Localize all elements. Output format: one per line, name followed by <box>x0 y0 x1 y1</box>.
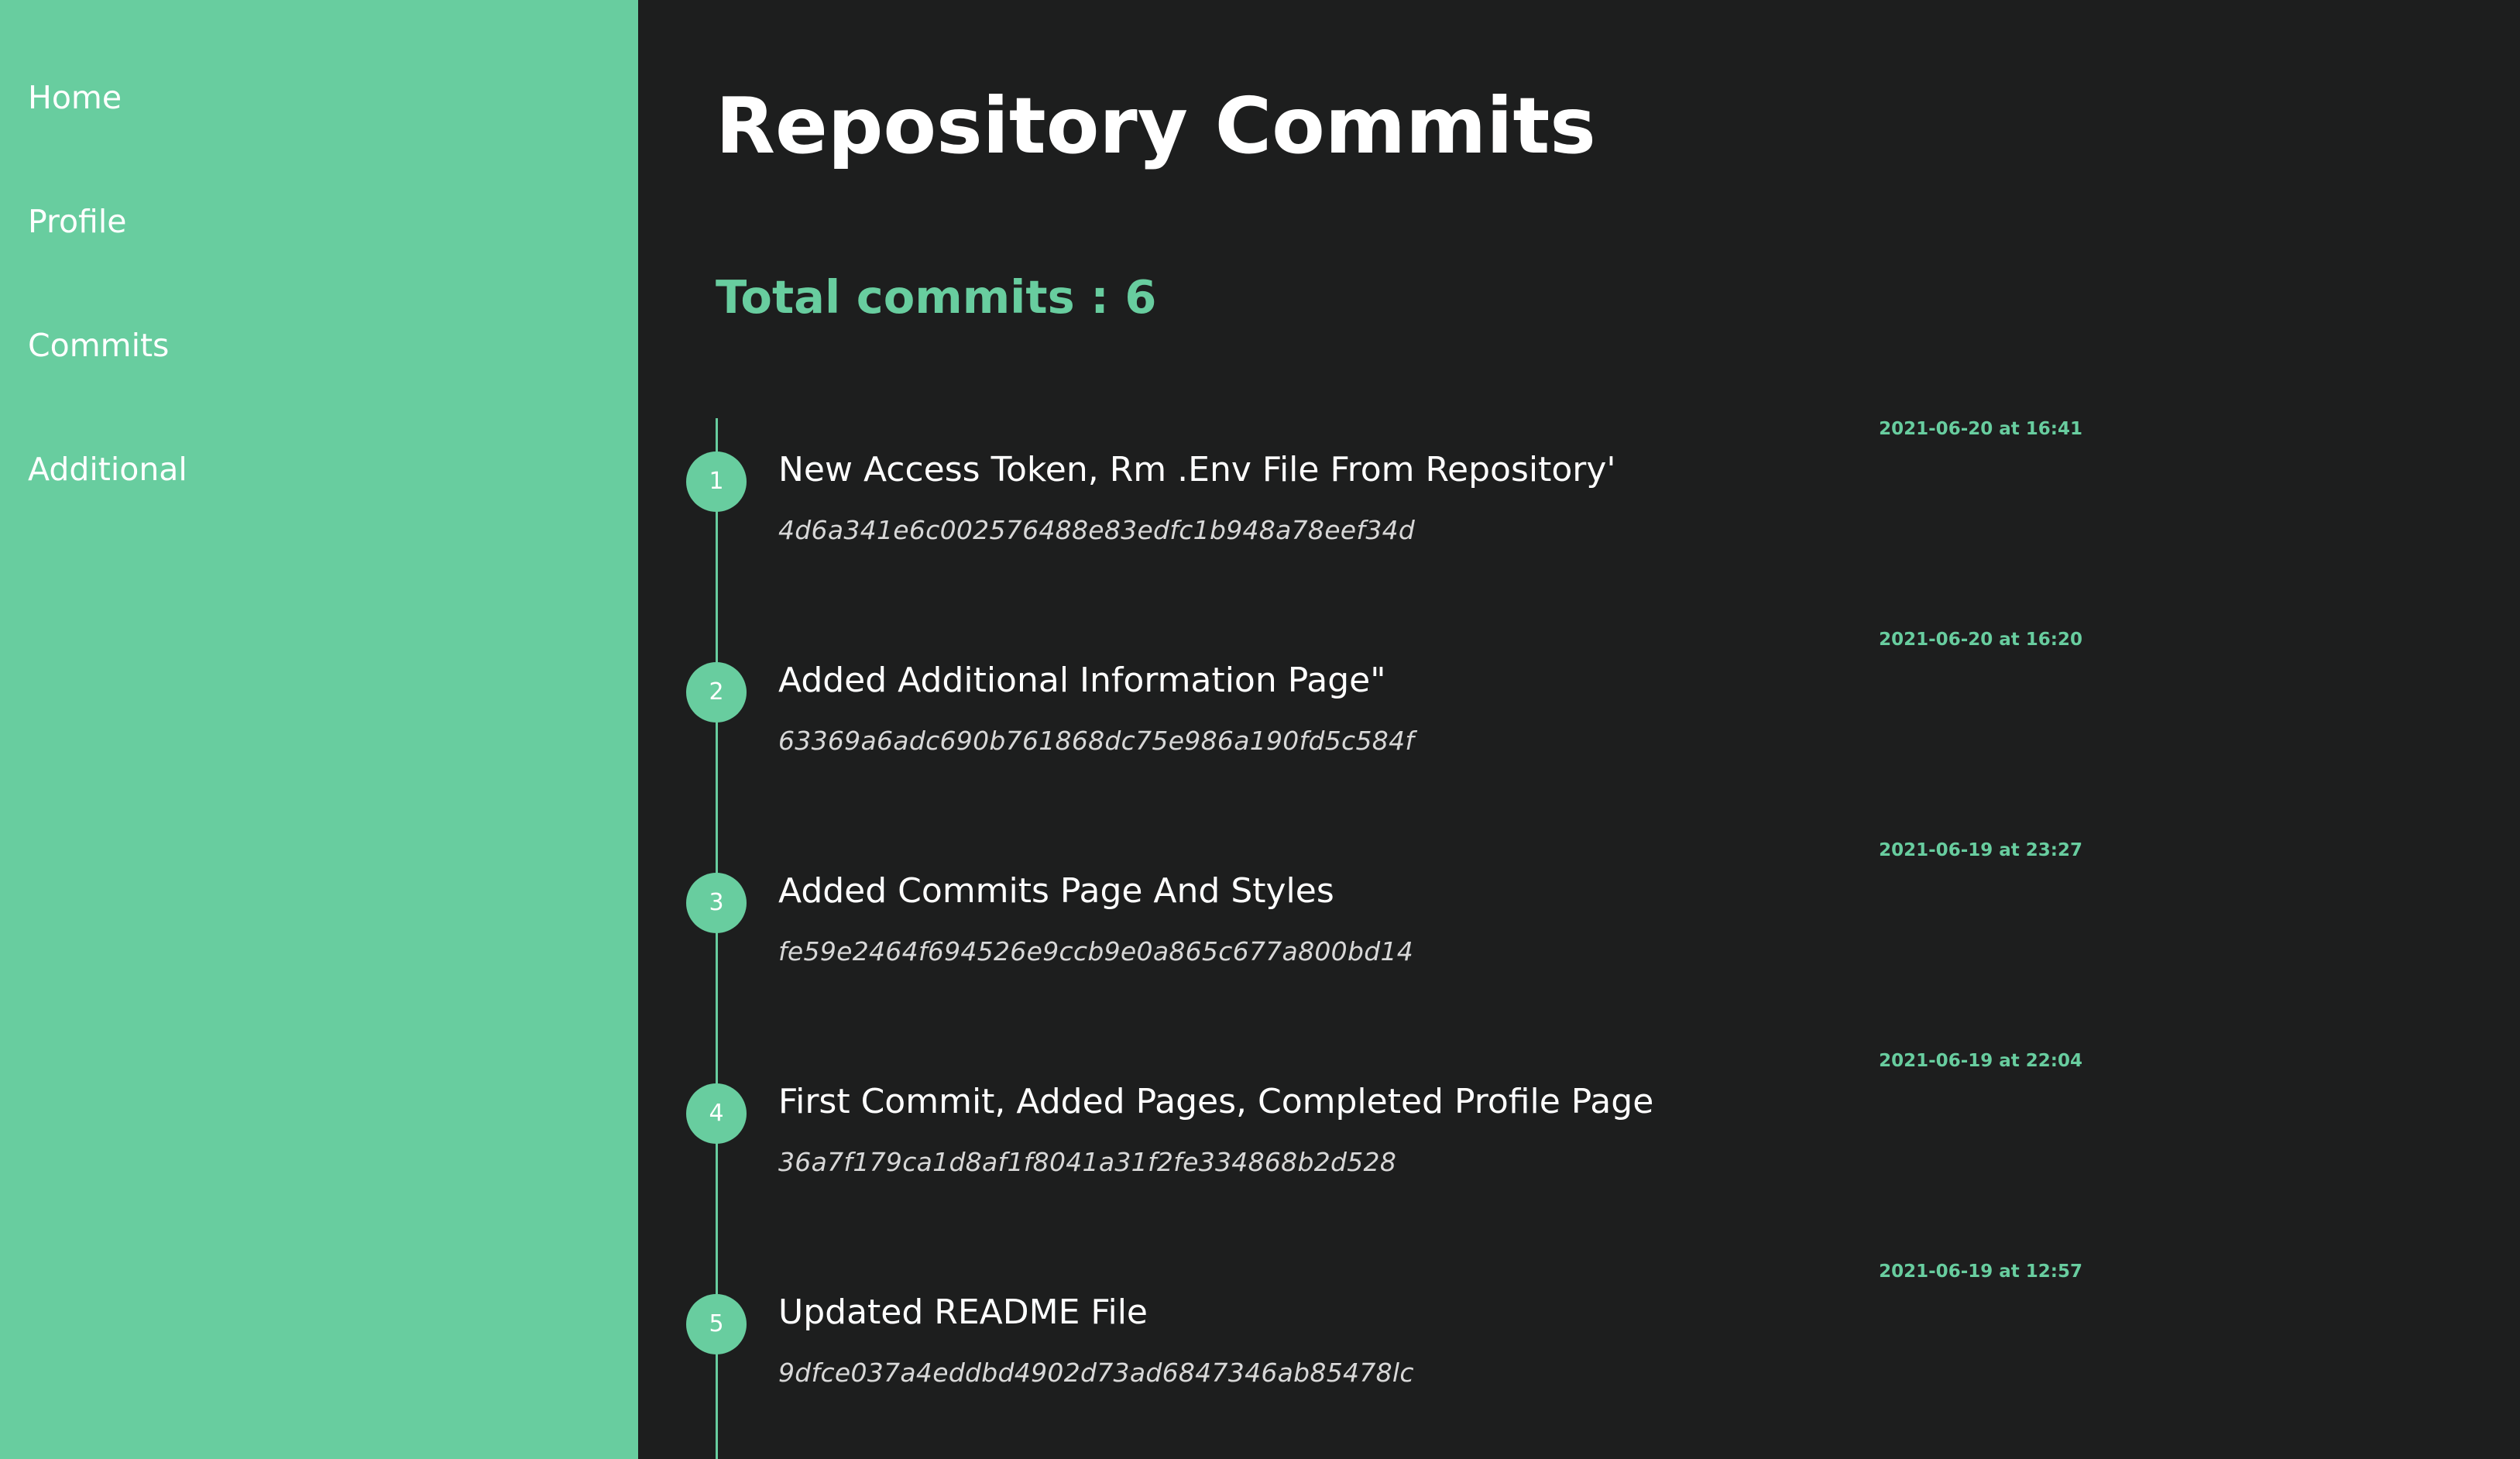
total-commits: Total commits : 6 <box>716 270 1157 324</box>
sidebar-item-profile[interactable]: Profile <box>28 206 126 238</box>
commit-date: 2021-06-20 at 16:20 <box>1879 630 2082 650</box>
commit-number-badge: 3 <box>686 873 747 933</box>
sidebar-item-additional[interactable]: Additional <box>28 454 187 486</box>
commit-item[interactable]: 2021-06-20 at 16:20 2 Added Additional I… <box>638 629 2520 839</box>
commit-item[interactable]: 2021-06-19 at 22:04 4 First Commit, Adde… <box>638 1050 2520 1261</box>
commit-sha: fe59e2464f694526e9ccb9e0a865c677a800bd14 <box>778 936 1414 966</box>
commit-sha: 9dfce037a4eddbd4902d73ad6847346ab85478lc <box>778 1358 1414 1388</box>
sidebar-item-commits[interactable]: Commits <box>28 330 169 362</box>
commit-item[interactable]: 2021-06-20 at 16:41 1 New Access Token, … <box>638 418 2520 629</box>
commit-message: First Commit, Added Pages, Completed Pro… <box>778 1082 1654 1121</box>
page-title: Repository Commits <box>716 81 1596 171</box>
sidebar: Home Profile Commits Additional <box>0 0 638 1459</box>
commit-date: 2021-06-19 at 22:04 <box>1879 1051 2082 1071</box>
commit-message: Added Commits Page And Styles <box>778 871 1334 911</box>
commit-date: 2021-06-20 at 16:41 <box>1879 419 2082 439</box>
commit-number-badge: 4 <box>686 1083 747 1144</box>
commit-date: 2021-06-19 at 12:57 <box>1879 1262 2082 1282</box>
commit-number-badge: 5 <box>686 1294 747 1354</box>
commit-sha: 63369a6adc690b761868dc75e986a190fd5c584f <box>778 726 1415 756</box>
commit-message: Updated README File <box>778 1293 1148 1332</box>
commit-sha: 36a7f179ca1d8af1f8041a31f2fe334868b2d528 <box>778 1147 1397 1177</box>
commit-number-badge: 1 <box>686 451 747 512</box>
commit-number-badge: 2 <box>686 662 747 723</box>
app-root: Home Profile Commits Additional Reposito… <box>0 0 2520 1459</box>
commit-message: New Access Token, Rm .Env File From Repo… <box>778 450 1616 489</box>
main-content: Repository Commits Total commits : 6 202… <box>638 0 2520 1459</box>
commit-message: Added Additional Information Page" <box>778 661 1386 700</box>
commit-item[interactable]: 2021-06-19 at 23:27 3 Added Commits Page… <box>638 839 2520 1050</box>
sidebar-item-home[interactable]: Home <box>28 82 122 114</box>
commit-item[interactable]: 2021-06-19 at 12:57 5 Updated README Fil… <box>638 1261 2520 1459</box>
commit-sha: 4d6a341e6c002576488e83edfc1b948a78eef34d <box>778 515 1416 545</box>
commit-date: 2021-06-19 at 23:27 <box>1879 840 2082 860</box>
